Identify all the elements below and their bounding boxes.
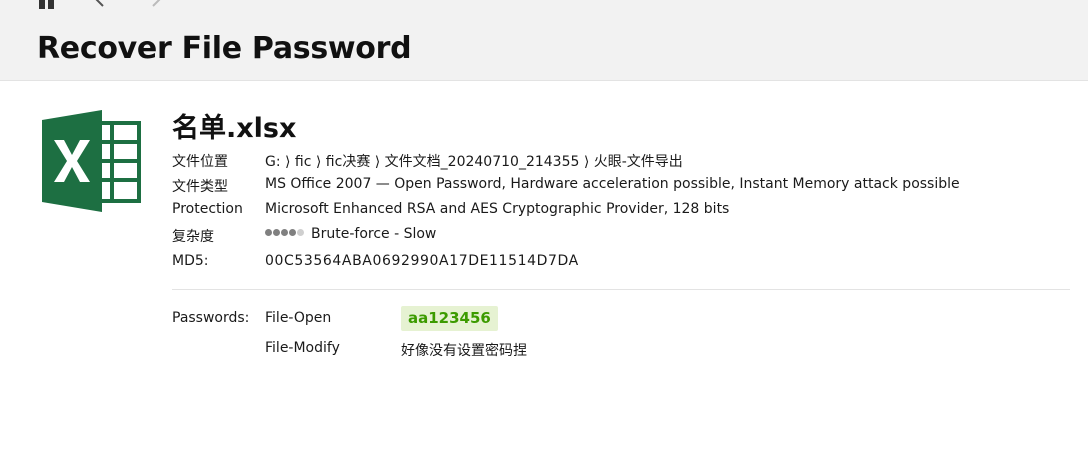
- complexity-dot: [265, 229, 272, 236]
- complexity-dot: [289, 229, 296, 236]
- complexity-label: 复杂度: [172, 229, 214, 245]
- back-arrow-icon[interactable]: [92, 0, 108, 12]
- header-bar: Recover File Password: [0, 0, 1088, 81]
- complexity-value: Brute-force - Slow: [265, 226, 436, 242]
- location-value: G: ⟩ fic ⟩ fic决赛 ⟩ 文件文档_20240710_214355 …: [265, 154, 683, 170]
- location-label: 文件位置: [172, 154, 228, 170]
- file-modify-password: 好像没有设置密码捏: [401, 343, 527, 359]
- file-modify-label: File-Modify: [265, 340, 340, 356]
- md5-value: 00C53564ABA0692990A17DE11514D7DA: [265, 253, 579, 269]
- complexity-dot: [297, 229, 304, 236]
- home-icon[interactable]: [37, 0, 57, 13]
- protection-label: Protection: [172, 201, 243, 217]
- complexity-text: Brute-force - Slow: [311, 226, 437, 242]
- file-name: 名单.xlsx: [172, 113, 297, 144]
- md5-label: MD5:: [172, 253, 209, 269]
- complexity-dot: [281, 229, 288, 236]
- complexity-meter: [265, 224, 305, 240]
- divider: [172, 289, 1070, 290]
- file-open-password[interactable]: aa123456: [401, 306, 498, 331]
- page-title: Recover File Password: [37, 31, 412, 66]
- file-type-label: 文件类型: [172, 179, 228, 195]
- excel-file-icon: [42, 110, 144, 216]
- protection-value: Microsoft Enhanced RSA and AES Cryptogra…: [265, 201, 730, 217]
- complexity-dot: [273, 229, 280, 236]
- passwords-label: Passwords:: [172, 310, 250, 326]
- forward-arrow-icon[interactable]: [148, 0, 164, 12]
- file-type-value: MS Office 2007 — Open Password, Hardware…: [265, 176, 960, 192]
- file-open-label: File-Open: [265, 310, 332, 326]
